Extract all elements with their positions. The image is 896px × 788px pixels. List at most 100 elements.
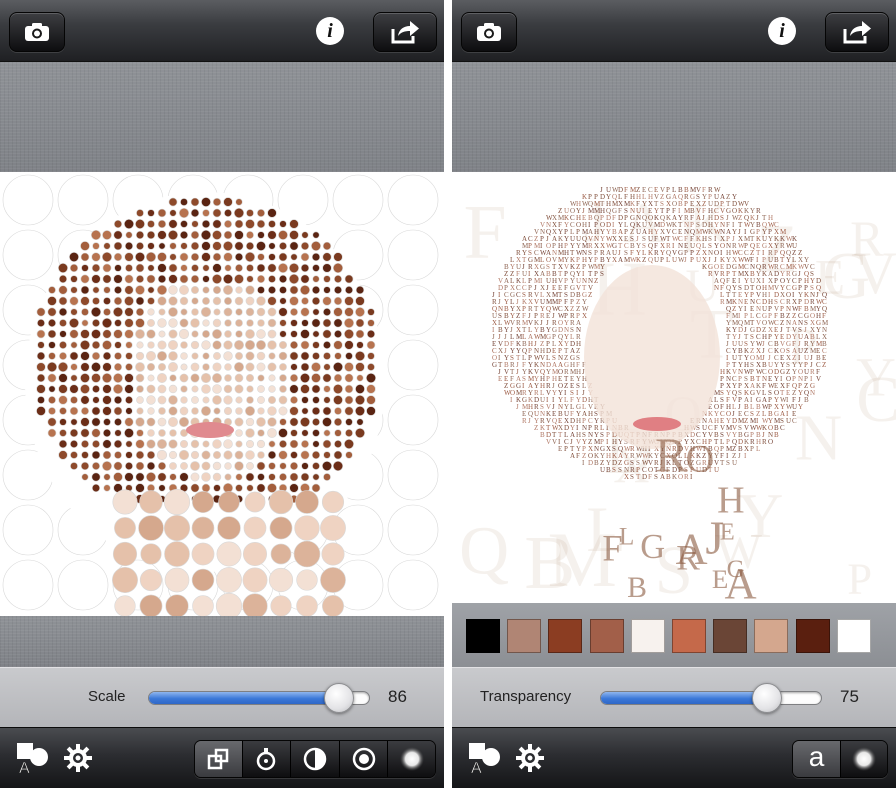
half-circle-icon bbox=[303, 747, 327, 771]
svg-text:D: D bbox=[642, 473, 647, 481]
color-swatch[interactable] bbox=[630, 619, 665, 653]
svg-text:P: P bbox=[690, 256, 694, 264]
square-shape-mode[interactable] bbox=[195, 741, 243, 777]
svg-text:U: U bbox=[654, 256, 659, 264]
camera-icon bbox=[25, 23, 49, 41]
share-icon bbox=[843, 21, 871, 44]
font-shape-icon: A bbox=[469, 743, 500, 775]
svg-text:Z: Z bbox=[534, 424, 538, 432]
color-swatch[interactable] bbox=[548, 619, 583, 653]
share-button[interactable] bbox=[825, 12, 889, 52]
color-swatch[interactable] bbox=[836, 619, 871, 653]
svg-text:L: L bbox=[756, 445, 760, 453]
svg-text:Q: Q bbox=[459, 512, 509, 589]
svg-text:Z: Z bbox=[822, 361, 826, 369]
svg-text:A: A bbox=[471, 760, 482, 775]
svg-text:E: E bbox=[558, 445, 562, 453]
transparency-slider-thumb[interactable] bbox=[751, 683, 782, 713]
ring-mode[interactable] bbox=[339, 741, 389, 777]
dot-field bbox=[2, 174, 439, 616]
svg-text:S: S bbox=[726, 459, 730, 467]
typography-portrait-artwork: HXYSDQELPZOKJBUGTFYPMVIACWNRJUWDFMZECEVP… bbox=[459, 186, 896, 603]
svg-text:A: A bbox=[19, 760, 30, 775]
timer-shape-mode[interactable] bbox=[242, 741, 292, 777]
share-button[interactable] bbox=[373, 12, 437, 52]
svg-text:V: V bbox=[552, 438, 557, 446]
glow-sphere-icon bbox=[399, 747, 424, 771]
color-swatch[interactable] bbox=[672, 619, 706, 653]
font-shape-button[interactable]: A bbox=[466, 740, 504, 776]
info-button[interactable]: i bbox=[316, 17, 344, 45]
camera-button[interactable] bbox=[461, 12, 517, 52]
target-circle-icon bbox=[352, 747, 375, 771]
scale-slider-row: Scale 86 bbox=[0, 667, 444, 727]
svg-text:O: O bbox=[686, 436, 714, 480]
font-shape-button[interactable]: A bbox=[14, 740, 52, 776]
settings-button[interactable] bbox=[60, 740, 96, 776]
svg-text:I: I bbox=[510, 396, 513, 404]
svg-text:R: R bbox=[655, 429, 688, 483]
typography-portrait-canvas[interactable]: HXYSDQELPZOKJBUGTFYPMVIACWNRJUWDFMZECEVP… bbox=[452, 172, 896, 603]
svg-text:T: T bbox=[720, 459, 725, 467]
svg-text:A: A bbox=[676, 524, 708, 573]
svg-text:A: A bbox=[618, 256, 623, 264]
svg-text:A: A bbox=[570, 452, 575, 460]
svg-text:Y: Y bbox=[606, 256, 611, 264]
left-app-screen: i Scale 86 A bbox=[0, 0, 444, 788]
color-swatch[interactable] bbox=[589, 619, 624, 653]
svg-text:E: E bbox=[712, 564, 728, 594]
svg-text:P: P bbox=[564, 445, 568, 453]
color-swatch[interactable] bbox=[507, 619, 542, 653]
color-swatch[interactable] bbox=[754, 619, 789, 653]
letter-mode[interactable]: a bbox=[793, 741, 841, 777]
svg-text:E: E bbox=[498, 375, 502, 383]
svg-text:U: U bbox=[714, 466, 719, 474]
svg-text:F: F bbox=[648, 473, 652, 481]
top-toolbar: i bbox=[0, 0, 444, 62]
svg-text:J: J bbox=[528, 417, 531, 425]
svg-text:A: A bbox=[724, 558, 756, 603]
svg-text:N: N bbox=[810, 389, 815, 397]
svg-text:K: K bbox=[636, 256, 641, 264]
squares-icon bbox=[208, 748, 229, 770]
svg-text:G: G bbox=[640, 528, 665, 566]
transparency-slider-track[interactable] bbox=[600, 691, 822, 705]
color-swatch[interactable] bbox=[713, 619, 748, 653]
svg-text:P: P bbox=[660, 256, 664, 264]
linen-background-top bbox=[452, 62, 896, 172]
screen-divider bbox=[444, 0, 452, 788]
letter-field: HXYSDQELPZOKJBUGTFYPMVIACWNRJUWDFMZECEVP… bbox=[459, 186, 896, 603]
svg-text:S: S bbox=[618, 466, 622, 474]
svg-text:V: V bbox=[546, 438, 551, 446]
svg-text:R: R bbox=[720, 298, 725, 306]
right-app-screen: i HXYSDQELPZOKJBUGTFYPMVIACWNRJUWDFMZECE… bbox=[452, 0, 896, 788]
dot-portrait-canvas[interactable] bbox=[0, 172, 444, 616]
svg-text:F: F bbox=[576, 452, 580, 460]
svg-text:H: H bbox=[717, 480, 744, 522]
camera-button[interactable] bbox=[9, 12, 65, 52]
color-swatch[interactable] bbox=[795, 619, 830, 653]
contrast-mode[interactable] bbox=[291, 741, 340, 777]
render-mode-segmented-control: a bbox=[792, 740, 888, 778]
sphere-mode[interactable] bbox=[388, 741, 435, 777]
scale-slider-thumb[interactable] bbox=[323, 683, 354, 713]
svg-text:R: R bbox=[522, 417, 527, 425]
color-swatch[interactable] bbox=[466, 619, 500, 653]
svg-text:C: C bbox=[792, 417, 797, 425]
settings-button[interactable] bbox=[512, 740, 548, 776]
transparency-slider-row: Transparency 75 bbox=[452, 667, 896, 727]
color-palette bbox=[452, 603, 896, 667]
letter-a-icon: a bbox=[808, 741, 825, 772]
info-button[interactable]: i bbox=[768, 17, 796, 45]
svg-text:P: P bbox=[750, 445, 754, 453]
svg-text:V: V bbox=[816, 375, 821, 383]
svg-text:B: B bbox=[594, 459, 599, 467]
bottom-toolbar: A bbox=[0, 727, 444, 788]
svg-text:I: I bbox=[744, 452, 747, 460]
svg-text:B: B bbox=[540, 431, 545, 439]
gear-icon bbox=[64, 744, 92, 772]
sphere-mode[interactable] bbox=[841, 741, 887, 777]
svg-text:B: B bbox=[627, 571, 647, 603]
timer-circle-icon bbox=[257, 748, 276, 771]
svg-text:G: G bbox=[492, 361, 497, 369]
